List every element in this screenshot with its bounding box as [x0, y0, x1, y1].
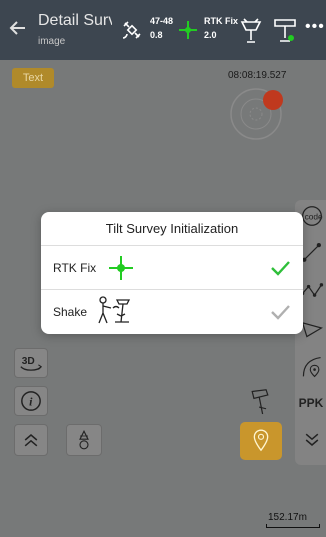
dialog-row-rtk-fix[interactable]: RTK Fix	[41, 246, 303, 290]
map-scale-bar	[266, 524, 320, 528]
tilt-measure-button[interactable]	[240, 384, 280, 418]
dialog-row-shake[interactable]: Shake	[41, 290, 303, 334]
shake-pole-icon	[98, 296, 131, 324]
base-station-icon[interactable]	[272, 14, 298, 44]
more-menu-icon[interactable]: •••	[305, 18, 325, 36]
rover-receiver-icon[interactable]	[238, 16, 264, 44]
double-chevron-down-icon	[305, 433, 319, 446]
row-label: RTK Fix	[53, 261, 97, 275]
three-d-icon: 3D	[20, 356, 43, 371]
svg-text:code: code	[305, 212, 323, 222]
map-scale-label: 152.17m	[268, 512, 307, 523]
satellite-icon[interactable]	[120, 18, 144, 42]
ppk-label: PPK	[298, 396, 324, 410]
double-chevron-up-icon	[24, 434, 38, 447]
rtk-fix-crosshair-icon	[109, 256, 133, 280]
polyline-icon	[300, 283, 324, 297]
top-toolbar: Detail Surve image 47-48 0.8 RTK Fix 2.0…	[0, 0, 326, 60]
row-label: Shake	[53, 305, 88, 319]
dialog-title: Tilt Survey Initialization	[41, 212, 303, 246]
page-title: Detail Surve	[38, 12, 112, 29]
svg-text:3D: 3D	[22, 356, 35, 367]
back-arrow-icon[interactable]	[8, 18, 28, 38]
curve-point-button[interactable]	[298, 352, 326, 382]
gnss-timestamp: 08:08:19.527	[228, 70, 287, 81]
curve-pin-icon	[302, 356, 321, 378]
pole-tip-icon	[79, 429, 89, 450]
expand-up-button[interactable]	[14, 424, 48, 456]
tilt-init-dialog: Tilt Survey Initialization RTK Fix Shake	[41, 212, 303, 334]
solution-status: RTK Fix	[204, 16, 239, 26]
bubble-level-icon	[230, 88, 283, 140]
line-points-icon	[302, 243, 321, 262]
info-button[interactable]: i	[14, 386, 48, 416]
pdop-value: 0.8	[150, 30, 163, 40]
rtk-fix-icon[interactable]	[178, 20, 198, 40]
svg-text:i: i	[29, 395, 33, 409]
text-toggle-button[interactable]: Text	[12, 68, 54, 88]
ppk-button[interactable]: PPK	[296, 390, 326, 416]
tilt-receiver-icon	[251, 389, 269, 415]
polygon-icon	[301, 321, 323, 338]
check-icon	[271, 305, 290, 320]
page-subtitle: image	[38, 36, 66, 47]
tilt-pole-button[interactable]	[66, 424, 102, 456]
expand-down-button[interactable]	[298, 424, 326, 456]
info-icon: i	[21, 391, 41, 411]
three-d-view-button[interactable]: 3D	[14, 348, 48, 378]
collect-point-button[interactable]	[240, 422, 282, 460]
correction-age: 2.0	[204, 30, 217, 40]
check-icon	[271, 261, 290, 276]
satellite-count: 47-48	[150, 16, 174, 26]
location-pin-icon	[253, 429, 269, 452]
